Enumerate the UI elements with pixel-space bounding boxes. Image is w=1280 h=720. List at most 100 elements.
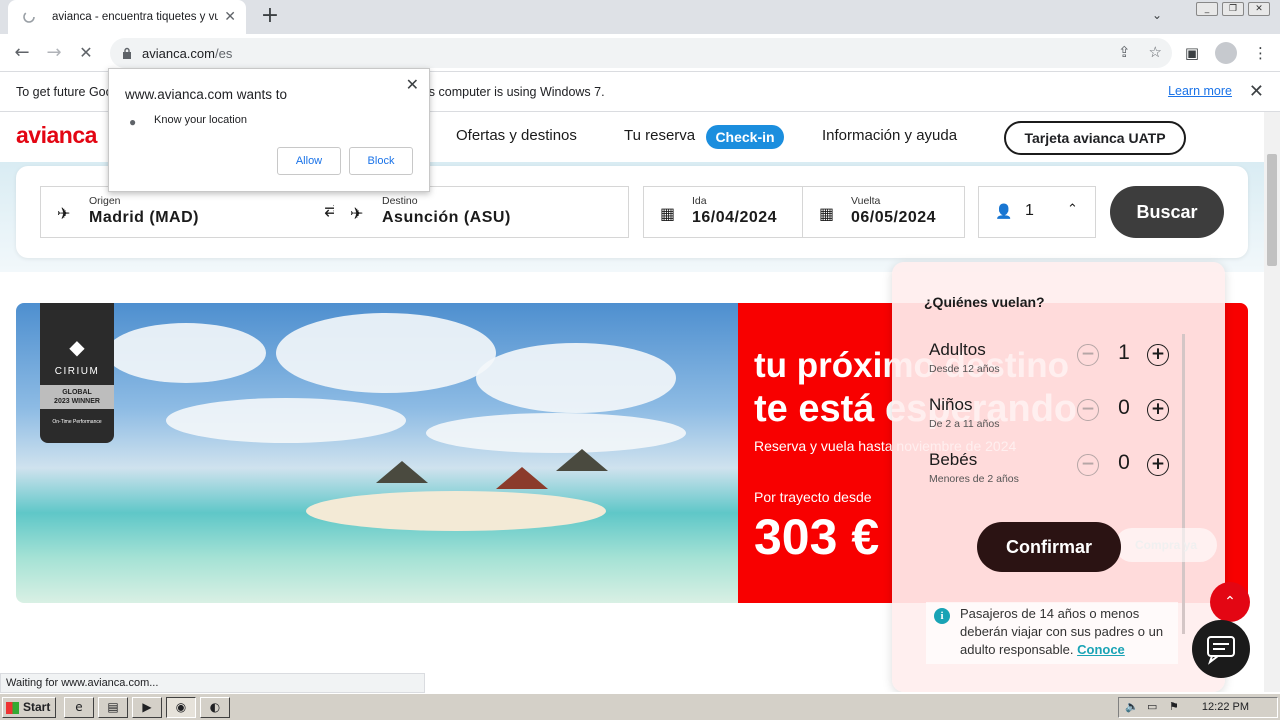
badge-brand: CIRIUM [54,366,100,377]
stop-loading-icon[interactable]: ✕ [75,42,97,64]
adults-row: Adultos Desde 12 años − 1 + [929,340,1199,380]
windows-taskbar: Start e ▤ ▶ ◉ ◐ 🔈 ▭ ⚑ 12:22 PM [0,693,1280,720]
passenger-dropdown: ¿Quiénes vuelan? Adultos Desde 12 años −… [892,262,1225,692]
allow-button[interactable]: Allow [277,147,341,175]
location-pin-icon: ● [129,115,137,129]
system-tray: 🔈 ▭ ⚑ 12:22 PM [1118,697,1278,718]
browser-tab[interactable]: avianca - encuentra tiquetes y vuelos ✕ [8,0,246,34]
badge-caption: On-Time Performance [52,419,102,425]
windows-flag-icon [6,702,19,714]
permission-title: www.avianca.com wants to [125,87,288,102]
passenger-info-note: i Pasajeros de 14 años o menos deberán v… [926,602,1178,664]
children-increment-button[interactable]: + [1147,399,1169,421]
calendar-icon: ▦ [819,204,835,223]
nav-ofertas[interactable]: Ofertas y destinos [456,127,577,144]
permission-request: Know your location [154,114,247,126]
close-tab-icon[interactable]: ✕ [224,9,236,25]
avianca-logo[interactable]: avianca [16,122,97,149]
scrollbar-thumb[interactable] [1267,154,1277,266]
takeoff-icon: ✈ [57,204,71,223]
close-infobar-icon[interactable]: ✕ [1249,81,1264,102]
badge-award: GLOBAL 2023 WINNER [40,385,114,409]
tab-strip: avianca - encuentra tiquetes y vuelos ✕ … [0,0,1280,34]
scroll-to-top-button[interactable]: ⌃ [1210,582,1250,622]
return-label: Vuelta [851,195,881,207]
close-window-button[interactable]: ✕ [1248,2,1270,16]
passenger-selector[interactable]: 👤 1 ⌃ [978,186,1096,238]
loading-icon [23,11,35,23]
return-date-field[interactable]: ▦ Vuelta 06/05/2024 [802,186,965,238]
beach-photo [16,303,738,603]
origin-field[interactable]: ✈ Origen Madrid (MAD) [40,186,335,238]
media-player-icon[interactable]: ▶ [132,697,162,718]
search-button[interactable]: Buscar [1110,186,1224,238]
origin-label: Origen [89,195,121,207]
adults-decrement-button[interactable]: − [1077,344,1099,366]
checkin-badge[interactable]: Check-in [706,125,784,149]
add-person-icon: 👤 [995,204,1013,220]
forward-arrow-icon[interactable]: → [43,42,65,64]
destination-field[interactable]: ✈ Destino Asunción (ASU) [334,186,629,238]
learn-more-link[interactable]: Learn more [1168,84,1232,98]
block-button[interactable]: Block [349,147,413,175]
status-bar: Waiting for www.avianca.com... [0,673,425,693]
clock: 12:22 PM [1201,701,1249,713]
menu-dots-icon[interactable]: ⋮ [1253,44,1268,62]
confirm-button[interactable]: Confirmar [977,522,1121,572]
infants-increment-button[interactable]: + [1147,454,1169,476]
children-decrement-button[interactable]: − [1077,399,1099,421]
departure-date-field[interactable]: ▦ Ida 16/04/2024 [643,186,803,238]
window-controls: _ ❐ ✕ [1196,2,1270,16]
cirium-award-badge: ◆ CIRIUM GLOBAL 2023 WINNER On-Time Perf… [40,303,114,443]
origin-value: Madrid (MAD) [89,209,199,226]
folder-icon[interactable]: ▤ [98,697,128,718]
promo-price: 303 € [754,509,880,565]
location-permission-popup: www.avianca.com wants to ✕ ● Know your l… [108,68,430,192]
uatp-button[interactable]: Tarjeta avianca UATP [1004,121,1186,155]
ie-icon[interactable]: e [64,697,94,718]
new-tab-button[interactable]: + [258,4,282,28]
calendar-icon: ▦ [660,204,676,223]
start-button[interactable]: Start [2,697,56,718]
volume-icon[interactable]: 🔈 [1125,700,1139,713]
back-arrow-icon[interactable]: ← [11,42,33,64]
infants-decrement-button[interactable]: − [1077,454,1099,476]
destination-label: Destino [382,195,418,207]
edge-icon[interactable]: ◐ [200,697,230,718]
restore-button[interactable]: ❐ [1222,2,1244,16]
compra-ya-button[interactable]: Compra ya [1115,528,1217,562]
dropdown-scrollbar[interactable] [1182,334,1185,634]
passenger-dropdown-title: ¿Quiénes vuelan? [924,294,1045,310]
network-icon[interactable]: ▭ [1147,700,1157,713]
profile-avatar[interactable] [1215,42,1237,64]
info-icon: i [934,608,950,624]
tab-search-icon[interactable]: ⌄ [1152,8,1162,22]
per-trip-label: Por trayecto desde [754,489,872,505]
conoce-link[interactable]: Conoce [1077,642,1125,657]
browser-toolbar: ← → ✕ avianca.com/es ⇪ ☆ ▣ ⋮ [0,34,1280,72]
share-icon[interactable]: ⇪ [1118,43,1131,61]
adults-increment-button[interactable]: + [1147,344,1169,366]
passenger-count: 1 [1025,202,1035,219]
landing-icon: ✈ [350,204,364,223]
bookmark-star-icon[interactable]: ☆ [1149,43,1162,61]
minimize-button[interactable]: _ [1196,2,1218,16]
children-count: 0 [1118,396,1130,419]
address-bar[interactable]: avianca.com/es ⇪ ☆ [110,38,1172,68]
children-row: Niños De 2 a 11 años − 0 + [929,395,1199,435]
chat-button[interactable] [1192,620,1250,678]
flag-icon[interactable]: ⚑ [1169,700,1179,713]
departure-label: Ida [692,195,707,207]
close-popup-icon[interactable]: ✕ [406,75,419,95]
destination-value: Asunción (ASU) [382,209,511,226]
chevron-up-icon: ⌃ [1067,202,1078,217]
infants-row: Bebés Menores de 2 años − 0 + [929,450,1199,490]
avianca-page: avianca Ofertas y destinos Tu reserva Ch… [0,112,1264,692]
side-panel-icon[interactable]: ▣ [1185,44,1199,62]
page-scrollbar[interactable] [1264,112,1280,692]
adults-count: 1 [1118,341,1130,364]
nav-tu-reserva[interactable]: Tu reserva [624,127,695,144]
chrome-icon[interactable]: ◉ [166,697,196,718]
cirium-logo-icon: ◆ [69,337,85,359]
nav-informacion[interactable]: Información y ayuda [822,127,957,144]
